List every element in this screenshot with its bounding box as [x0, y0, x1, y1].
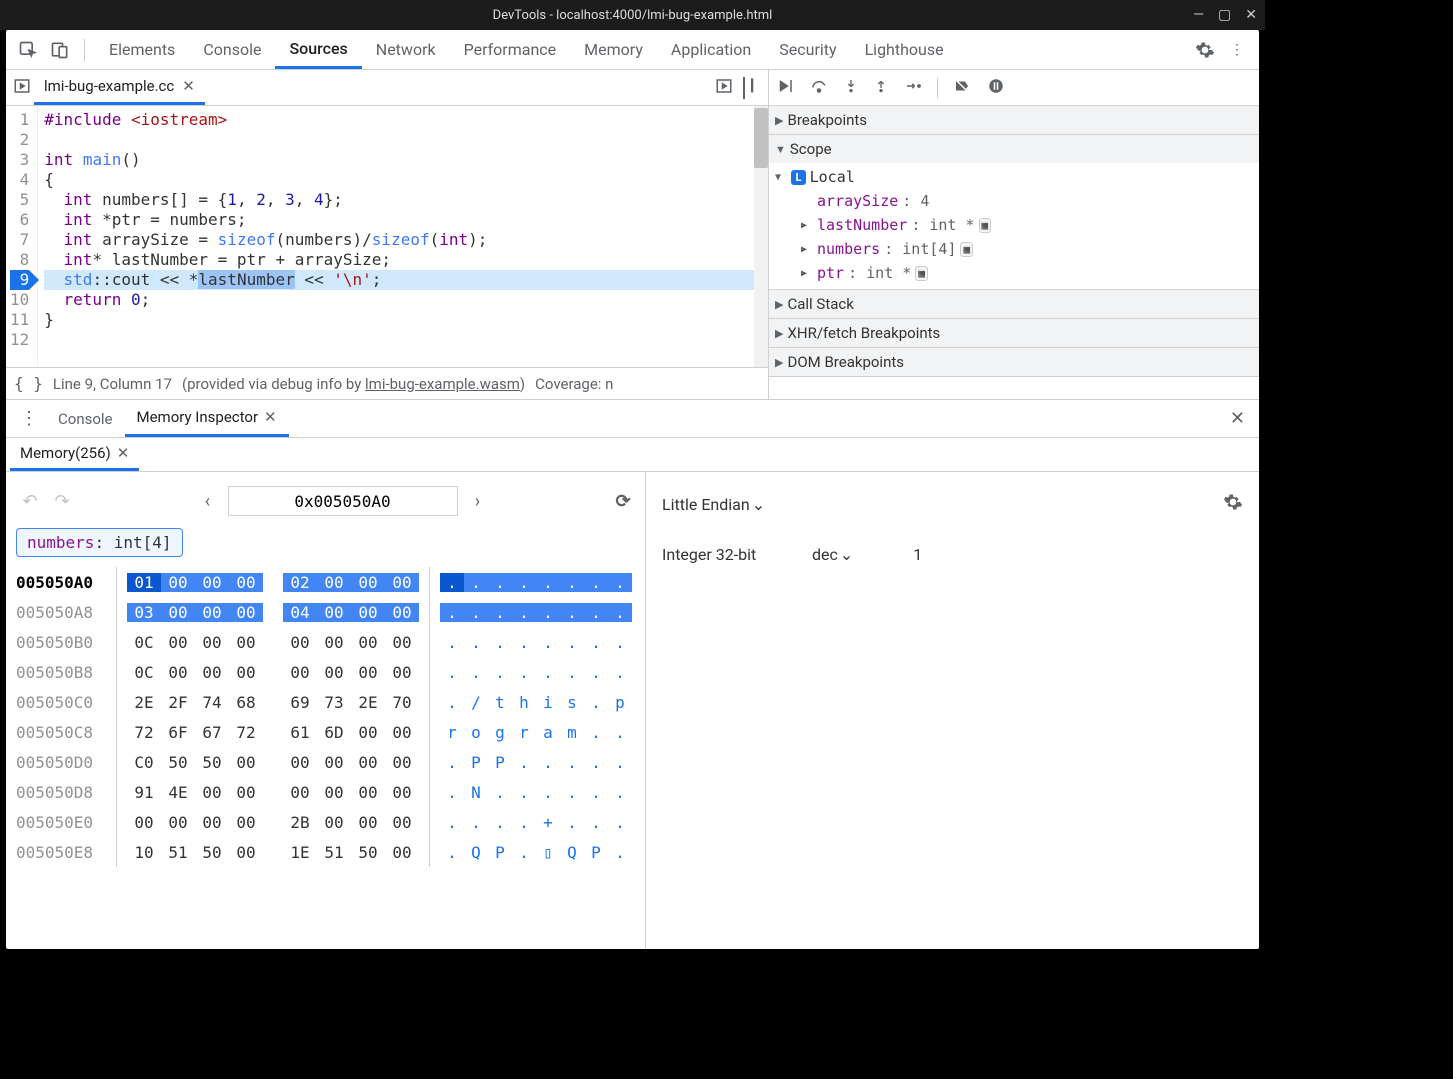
- scope-var[interactable]: ▶lastNumber: int * ▦: [801, 213, 1259, 237]
- xhr-panel[interactable]: ▶XHR/fetch Breakpoints: [769, 319, 1259, 347]
- main-tab-bar: ElementsConsoleSourcesNetworkPerformance…: [6, 30, 1259, 70]
- breakpoints-panel[interactable]: ▶Breakpoints: [769, 106, 1259, 134]
- next-page-icon[interactable]: ›: [466, 491, 490, 512]
- refresh-icon[interactable]: ⟳: [611, 491, 635, 512]
- memory-nav: ↶ ↷ ‹ › ⟳: [16, 482, 645, 526]
- scope-var[interactable]: ▶numbers: int[4] ▦: [801, 237, 1259, 261]
- dom-bp-panel[interactable]: ▶DOM Breakpoints: [769, 348, 1259, 376]
- debugger-toolbar: [769, 70, 1259, 106]
- pause-exc-icon[interactable]: [986, 77, 1006, 99]
- debug-info-link[interactable]: lmi-bug-example.wasm: [365, 375, 520, 393]
- code-editor[interactable]: 123456789101112 #include <iostream>int m…: [6, 106, 768, 367]
- tab-application[interactable]: Application: [657, 30, 765, 69]
- tab-console[interactable]: Console: [189, 30, 275, 69]
- value-type: Integer 32-bit: [662, 545, 802, 564]
- scope-local[interactable]: ▼LLocal: [775, 165, 1259, 189]
- scrollbar[interactable]: [754, 106, 768, 367]
- sidebar-toggle-icon[interactable]: ❙: [743, 77, 758, 99]
- drawer-tab-memory-inspector[interactable]: Memory Inspector✕: [125, 400, 289, 437]
- tab-memory[interactable]: Memory: [570, 30, 657, 69]
- inspect-icon[interactable]: [14, 36, 42, 64]
- base-select[interactable]: dec ⌄: [812, 545, 853, 564]
- editor-status: { } Line 9, Column 17 (provided via debu…: [6, 367, 768, 399]
- drawer-close-icon[interactable]: ✕: [1222, 408, 1253, 429]
- run-snippet-icon[interactable]: [715, 77, 733, 99]
- min-icon[interactable]: —: [1193, 7, 1204, 23]
- resume-icon[interactable]: [775, 77, 795, 99]
- value-settings-icon[interactable]: [1223, 492, 1243, 516]
- file-tab[interactable]: lmi-bug-example.cc ✕: [34, 70, 205, 105]
- callstack-panel[interactable]: ▶Call Stack: [769, 290, 1259, 318]
- close-icon[interactable]: ✕: [1245, 7, 1257, 23]
- coverage-text: Coverage: n: [535, 375, 613, 393]
- tab-security[interactable]: Security: [765, 30, 850, 69]
- step-icon[interactable]: [903, 77, 923, 99]
- step-over-icon[interactable]: [809, 77, 829, 99]
- step-out-icon[interactable]: [873, 77, 889, 99]
- hex-viewer[interactable]: 005050A00100000002000000........005050A8…: [16, 567, 645, 867]
- deactivate-bp-icon[interactable]: [952, 77, 972, 99]
- drawer-tab-console[interactable]: Console: [46, 400, 125, 437]
- undo-icon[interactable]: ↶: [18, 491, 42, 512]
- cursor-pos: Line 9, Column 17: [53, 375, 172, 393]
- window-titlebar: DevTools - localhost:4000/lmi-bug-exampl…: [0, 0, 1265, 30]
- memory-tab-close-icon[interactable]: ✕: [117, 444, 130, 462]
- close-tab-icon[interactable]: ✕: [182, 77, 195, 95]
- tab-elements[interactable]: Elements: [95, 30, 189, 69]
- device-icon[interactable]: [46, 36, 74, 64]
- tab-network[interactable]: Network: [362, 30, 450, 69]
- drawer-menu-icon[interactable]: ⋮: [12, 408, 46, 429]
- settings-gear-icon[interactable]: [1191, 36, 1219, 64]
- step-into-icon[interactable]: [843, 77, 859, 99]
- tab-performance[interactable]: Performance: [450, 30, 571, 69]
- memory-tab[interactable]: Memory(256) ✕: [10, 438, 139, 471]
- max-icon[interactable]: ▢: [1218, 7, 1231, 23]
- redo-icon[interactable]: ↷: [50, 491, 74, 512]
- file-tab-label: lmi-bug-example.cc: [44, 77, 174, 95]
- drawer-tab-bar: ⋮ ConsoleMemory Inspector✕ ✕: [6, 400, 1259, 438]
- memory-highlight-chip[interactable]: numbers: int[4]: [16, 528, 183, 557]
- endianness-select[interactable]: Little Endian ⌄: [662, 495, 765, 514]
- tab-sources[interactable]: Sources: [275, 30, 361, 69]
- decoded-value: 1: [913, 545, 922, 564]
- scope-var[interactable]: ▶ptr: int * ▦: [801, 261, 1259, 285]
- prev-page-icon[interactable]: ‹: [196, 491, 220, 512]
- prettyprint-icon[interactable]: { }: [14, 374, 43, 393]
- kebab-icon[interactable]: ⋮: [1223, 36, 1251, 64]
- scope-var[interactable]: arraySize: 4: [801, 189, 1259, 213]
- tab-lighthouse[interactable]: Lighthouse: [851, 30, 958, 69]
- scope-panel[interactable]: ▼Scope: [769, 135, 1259, 163]
- play-fwd-icon[interactable]: [10, 77, 34, 99]
- address-input[interactable]: [228, 486, 458, 516]
- drawer-tab-close-icon[interactable]: ✕: [264, 408, 277, 426]
- file-tab-bar: lmi-bug-example.cc ✕ ❙: [6, 70, 768, 106]
- window-title: DevTools - localhost:4000/lmi-bug-exampl…: [493, 8, 773, 23]
